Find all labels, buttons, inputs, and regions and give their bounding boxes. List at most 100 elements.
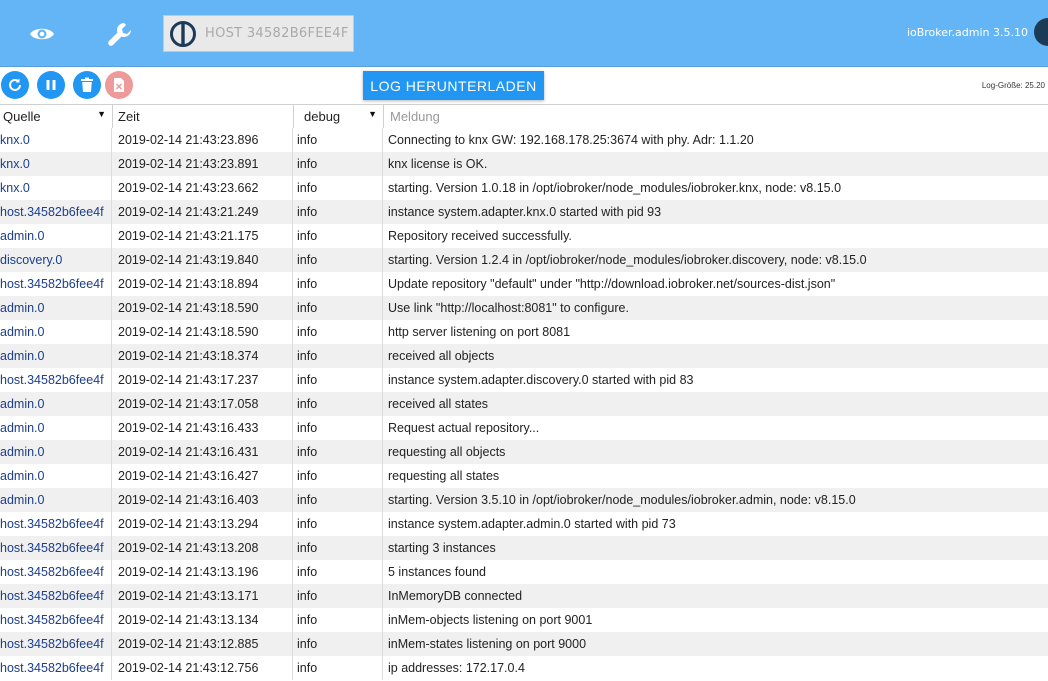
log-message: starting 3 instances <box>388 541 496 555</box>
nav-eye-button[interactable] <box>22 14 62 54</box>
table-row: knx.0 2019-02-14 21:43:23.896 info Connecti… <box>0 128 1048 152</box>
log-time: 2019-02-14 21:43:23.896 <box>113 128 293 152</box>
table-row: admin.0 2019-02-14 21:43:18.590 info http s… <box>0 320 1048 344</box>
log-message: starting. Version 3.5.10 in /opt/iobroke… <box>388 493 856 507</box>
log-source: host.34582b6fee4f <box>0 632 112 656</box>
log-severity: info <box>294 416 383 440</box>
log-message: knx license is OK. <box>388 157 488 171</box>
log-message: Connecting to knx GW: 192.168.178.25:367… <box>388 133 754 147</box>
table-row: host.34582b6fee4f 2019-02-14 21:43:13.171… <box>0 584 1048 608</box>
table-row: admin.0 2019-02-14 21:43:16.427 info reques… <box>0 464 1048 488</box>
table-row: knx.0 2019-02-14 21:43:23.891 info knx lice… <box>0 152 1048 176</box>
log-message: ip addresses: 172.17.0.4 <box>388 661 525 675</box>
pause-button[interactable] <box>37 71 65 99</box>
log-severity: info <box>294 440 383 464</box>
host-selector[interactable]: HOST 34582B6FEE4F <box>163 15 354 52</box>
log-time: 2019-02-14 21:43:13.294 <box>113 512 293 536</box>
table-row: admin.0 2019-02-14 21:43:17.058 info receiv… <box>0 392 1048 416</box>
log-source: admin.0 <box>0 320 112 344</box>
app-version: ioBroker.admin 3.5.10 <box>906 26 1028 39</box>
delete-log-button[interactable] <box>105 71 133 99</box>
log-message: received all objects <box>388 349 495 363</box>
log-message: InMemoryDB connected <box>388 589 523 603</box>
log-severity: info <box>294 512 383 536</box>
refresh-icon <box>9 78 21 91</box>
log-severity: info <box>294 176 383 200</box>
log-time: 2019-02-14 21:43:21.249 <box>113 200 293 224</box>
log-message: inMem-states listening on port 9000 <box>388 637 587 651</box>
log-source: knx.0 <box>0 128 112 152</box>
log-message: Request actual repository... <box>388 421 540 435</box>
source-column-label: Quelle <box>3 109 41 124</box>
log-time: 2019-02-14 21:43:13.208 <box>113 536 293 560</box>
log-table-body: knx.0 2019-02-14 21:43:23.896 info Connecti… <box>0 128 1048 680</box>
log-severity: info <box>294 200 383 224</box>
log-severity: info <box>294 344 383 368</box>
table-row: host.34582b6fee4f 2019-02-14 21:43:17.237… <box>0 368 1048 392</box>
dropdown-arrow-icon: ▼ <box>368 109 377 119</box>
log-source: admin.0 <box>0 488 112 512</box>
log-time: 2019-02-14 21:43:12.756 <box>113 656 293 680</box>
refresh-button[interactable] <box>1 71 29 99</box>
log-time: 2019-02-14 21:43:13.171 <box>113 584 293 608</box>
table-row: admin.0 2019-02-14 21:43:18.374 info receiv… <box>0 344 1048 368</box>
user-avatar[interactable] <box>1034 18 1048 46</box>
table-row: discovery.0 2019-02-14 21:43:19.840 info st… <box>0 248 1048 272</box>
log-severity: info <box>294 128 383 152</box>
severity-filter[interactable]: debug ▼ <box>294 105 384 128</box>
message-filter[interactable]: Meldung <box>384 105 1048 128</box>
table-row: admin.0 2019-02-14 21:43:16.431 info reques… <box>0 440 1048 464</box>
wrench-icon <box>108 23 131 46</box>
log-source: admin.0 <box>0 224 112 248</box>
log-time: 2019-02-14 21:43:17.237 <box>113 368 293 392</box>
log-message: Update repository "default" under "http:… <box>388 277 836 291</box>
log-message: inMem-objects listening on port 9001 <box>388 613 593 627</box>
download-log-button[interactable]: LOG HERUNTERLADEN <box>363 71 544 100</box>
log-message: Use link "http://localhost:8081" to conf… <box>388 301 629 315</box>
table-row: host.34582b6fee4f 2019-02-14 21:43:12.885… <box>0 632 1048 656</box>
table-row: knx.0 2019-02-14 21:43:23.662 info starting… <box>0 176 1048 200</box>
source-filter[interactable]: Quelle ▼ <box>0 105 113 128</box>
log-source: host.34582b6fee4f <box>0 272 112 296</box>
log-time: 2019-02-14 21:43:21.175 <box>113 224 293 248</box>
log-toolbar: LOG HERUNTERLADEN Log-Größe: 25.20 <box>0 67 1048 103</box>
log-severity: info <box>294 560 383 584</box>
log-size: Log-Größe: 25.20 <box>981 81 1045 90</box>
log-time: 2019-02-14 21:43:18.374 <box>113 344 293 368</box>
table-row: admin.0 2019-02-14 21:43:21.175 info Reposi… <box>0 224 1048 248</box>
log-message: Repository received successfully. <box>388 229 572 243</box>
log-source: host.34582b6fee4f <box>0 368 112 392</box>
log-time: 2019-02-14 21:43:23.891 <box>113 152 293 176</box>
log-message: instance system.adapter.admin.0 started … <box>388 517 676 531</box>
dropdown-arrow-icon: ▼ <box>97 109 106 119</box>
delete-log-icon <box>114 78 124 92</box>
log-message: starting. Version 1.0.18 in /opt/iobroke… <box>388 181 842 195</box>
log-severity: info <box>294 272 383 296</box>
log-message: http server listening on port 8081 <box>388 325 571 339</box>
table-row: host.34582b6fee4f 2019-02-14 21:43:18.894… <box>0 272 1048 296</box>
log-time: 2019-02-14 21:43:13.196 <box>113 560 293 584</box>
log-source: host.34582b6fee4f <box>0 656 112 680</box>
log-severity: info <box>294 320 383 344</box>
time-filter[interactable]: Zeit <box>113 105 294 128</box>
iobroker-logo-icon <box>170 20 196 47</box>
log-message: instance system.adapter.discovery.0 star… <box>388 373 694 387</box>
log-time: 2019-02-14 21:43:17.058 <box>113 392 293 416</box>
nav-wrench-button[interactable] <box>100 14 140 54</box>
log-message: requesting all objects <box>388 445 506 459</box>
table-row: host.34582b6fee4f 2019-02-14 21:43:12.756… <box>0 656 1048 680</box>
log-time: 2019-02-14 21:43:19.840 <box>113 248 293 272</box>
pause-icon <box>46 80 56 90</box>
log-source: admin.0 <box>0 464 112 488</box>
log-source: admin.0 <box>0 344 112 368</box>
clear-log-button[interactable] <box>73 71 101 99</box>
log-severity: info <box>294 536 383 560</box>
log-source: admin.0 <box>0 416 112 440</box>
log-severity: info <box>294 248 383 272</box>
time-column-label: Zeit <box>118 109 140 124</box>
log-message: received all states <box>388 397 489 411</box>
log-time: 2019-02-14 21:43:23.662 <box>113 176 293 200</box>
log-severity: info <box>294 464 383 488</box>
table-row: host.34582b6fee4f 2019-02-14 21:43:21.249… <box>0 200 1048 224</box>
log-source: host.34582b6fee4f <box>0 512 112 536</box>
